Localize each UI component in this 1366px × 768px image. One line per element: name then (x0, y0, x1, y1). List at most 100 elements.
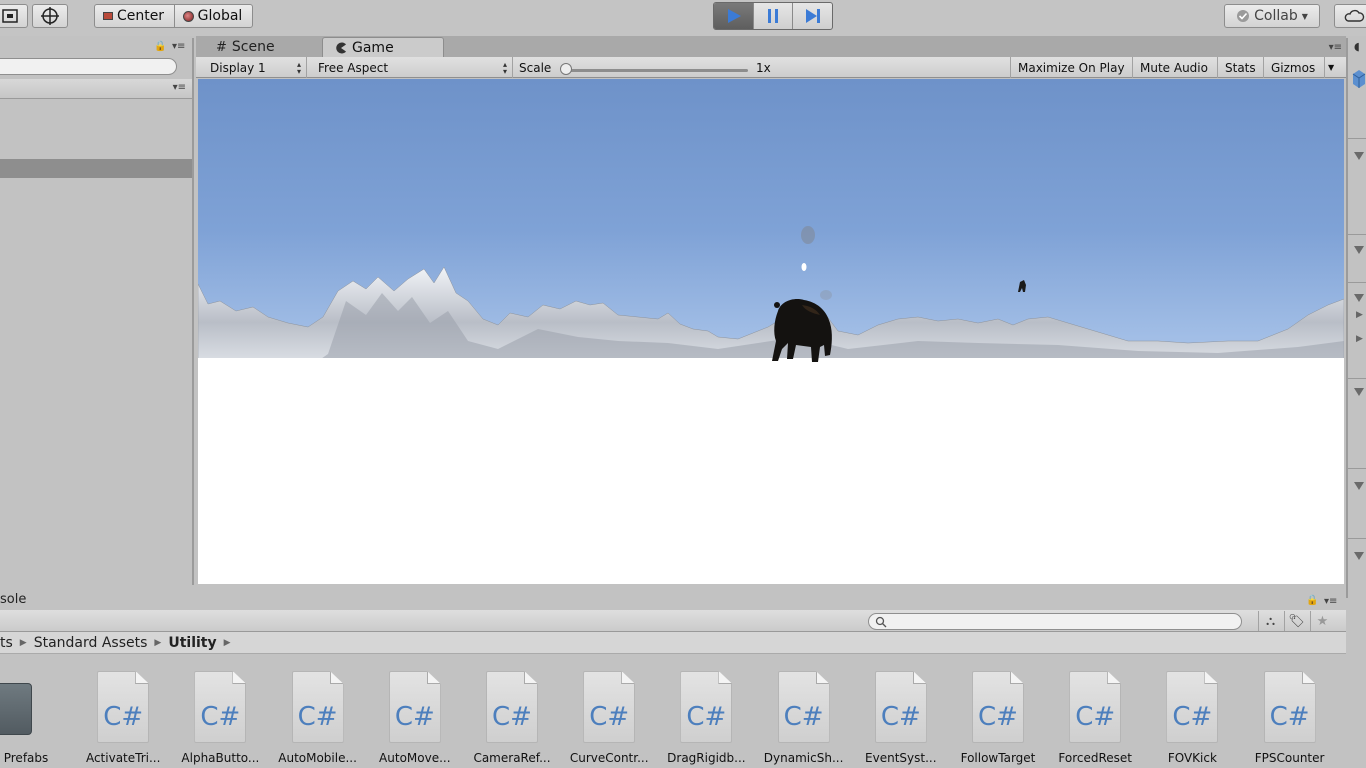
breadcrumb-item[interactable]: Standard Assets (34, 635, 148, 651)
asset-name: DragRigidb... (667, 751, 746, 765)
panel-menu-icon[interactable]: ▾≡ (1324, 596, 1337, 607)
asset-script[interactable]: C# CurveContr... (559, 671, 649, 768)
console-tab-label: sole (0, 592, 27, 607)
collab-label: Collab (1254, 8, 1298, 24)
stats-toggle[interactable]: Stats (1218, 57, 1264, 78)
asset-script[interactable]: C# AutoMobile... (268, 671, 358, 768)
cloud-button[interactable] (1334, 4, 1366, 28)
rect-tool-button[interactable] (0, 4, 28, 28)
asset-script[interactable]: C# FOVKick (1142, 671, 1232, 768)
project-search-input[interactable] (868, 613, 1242, 630)
collab-button[interactable]: Collab ▼ (1224, 4, 1320, 28)
gizmos-dropdown[interactable]: ▼ (1324, 57, 1340, 78)
divider (1348, 138, 1366, 139)
tab-scene-label: Scene (231, 39, 275, 55)
asset-script[interactable]: C# AlphaButto... (170, 671, 260, 768)
maximize-label: Maximize On Play (1018, 60, 1125, 75)
asset-script[interactable]: C# DynamicSh... (754, 671, 844, 768)
pause-button[interactable] (754, 3, 794, 29)
asset-script[interactable]: C# FollowTarget (948, 671, 1038, 768)
asset-script[interactable]: C# DragRigidb... (656, 671, 746, 768)
game-scene (198, 226, 1344, 584)
csharp-badge: C# (492, 702, 532, 732)
asset-name: CameraRef... (473, 751, 551, 765)
globe-icon (182, 10, 194, 22)
maximize-on-play-toggle[interactable]: Maximize On Play (1011, 57, 1133, 78)
display-dropdown[interactable]: Display 1 ▴ ▾ (203, 57, 307, 78)
gizmos-toggle[interactable]: Gizmos (1264, 57, 1322, 78)
view-tab-bar: # Scene Game ▾≡ (196, 36, 1346, 57)
asset-name: FollowTarget (960, 751, 1036, 765)
tab-console[interactable]: sole (0, 590, 26, 610)
scale-slider-handle[interactable] (560, 63, 572, 75)
step-icon (805, 9, 820, 23)
breadcrumb-item[interactable]: ts (0, 635, 13, 651)
filter-by-label-button[interactable]: 🏷 (1284, 611, 1308, 631)
divider (1348, 378, 1366, 379)
foldout-arrow-icon[interactable] (1354, 388, 1364, 396)
csharp-badge: C# (1075, 702, 1116, 732)
space-global-button[interactable]: Global (174, 4, 253, 28)
foldout-right-icon[interactable]: ▶ (1356, 334, 1363, 344)
csharp-badge: C# (1269, 702, 1310, 732)
favorite-button[interactable]: ★ (1310, 611, 1334, 631)
csharp-badge: C# (978, 702, 1018, 732)
transform-tool-button[interactable] (32, 4, 68, 28)
foldout-arrow-icon[interactable] (1354, 482, 1364, 490)
asset-name: AutoMove... (379, 751, 451, 765)
asset-name: CurveContr... (569, 751, 649, 765)
asset-script[interactable]: C# ForcedReset (1045, 671, 1135, 768)
asset-name: FPSCounter (1254, 751, 1325, 765)
lock-icon[interactable]: 🔒 (1306, 595, 1318, 606)
game-viewport[interactable] (198, 79, 1344, 584)
aspect-dropdown[interactable]: Free Aspect ▴ ▾ (311, 57, 513, 78)
panel-menu-icon[interactable]: ▾≡ (172, 41, 185, 52)
foldout-right-icon[interactable]: ▶ (1356, 310, 1363, 320)
asset-name: ActivateTri... (85, 751, 161, 765)
foldout-arrow-icon[interactable] (1354, 152, 1364, 160)
pivot-label: Center (116, 8, 165, 24)
asset-name: FOVKick (1167, 751, 1217, 765)
tab-game-label: Game (352, 39, 394, 56)
asset-name: ForcedReset (1058, 751, 1132, 765)
check-circle-icon (1237, 10, 1250, 22)
pacman-icon (336, 42, 346, 53)
game-view-toolbar: Display 1 ▴ ▾ Free Aspect ▴ ▾ Scale 1x Max… (196, 57, 1346, 78)
grid-icon: # (216, 39, 227, 55)
asset-folder[interactable]: Prefabs (0, 671, 66, 768)
asset-script[interactable]: C# FPSCounter (1240, 671, 1330, 768)
breadcrumb-current[interactable]: Utility (168, 635, 216, 651)
csharp-badge: C# (1172, 702, 1213, 732)
step-button[interactable] (793, 3, 832, 29)
aspect-label: Free Aspect (318, 60, 389, 75)
csharp-badge: C# (589, 702, 630, 732)
hierarchy-selected-row[interactable] (0, 159, 192, 178)
updown-arrow-icon: ▴ ▾ (296, 59, 301, 76)
asset-name: AutoMobile... (278, 751, 357, 765)
foldout-arrow-icon[interactable] (1354, 294, 1364, 302)
csharp-badge: C# (783, 702, 824, 732)
hierarchy-scene-header[interactable]: ▾≡ (0, 79, 192, 99)
scale-value: 1x (756, 60, 771, 75)
csharp-badge: C# (880, 702, 921, 732)
mute-audio-toggle[interactable]: Mute Audio (1133, 57, 1218, 78)
star-icon: ★ (1316, 613, 1329, 629)
foldout-arrow-icon[interactable] (1354, 246, 1364, 254)
asset-script[interactable]: C# EventSyst... (851, 671, 941, 768)
pivot-center-button[interactable]: Center (94, 4, 175, 28)
asset-script[interactable]: C# CameraRef... (462, 671, 552, 768)
foldout-arrow-icon[interactable] (1354, 552, 1364, 560)
scene-menu-icon[interactable]: ▾≡ (173, 82, 186, 93)
asset-script[interactable]: C# AutoMove... (365, 671, 455, 768)
play-button[interactable] (714, 3, 754, 29)
asset-script[interactable]: C# ActivateTri... (73, 671, 163, 768)
tab-game[interactable]: Game (322, 37, 444, 57)
lock-icon[interactable]: 🔒 (154, 41, 166, 52)
scale-slider-track[interactable] (566, 69, 748, 72)
filter-by-type-button[interactable]: ⛬ (1258, 611, 1282, 631)
play-icon (728, 9, 742, 23)
tab-scene[interactable]: # Scene (204, 37, 320, 57)
panel-menu-icon[interactable]: ▾≡ (1329, 42, 1342, 53)
csharp-badge: C# (297, 702, 338, 732)
hierarchy-search-input[interactable] (0, 58, 177, 75)
